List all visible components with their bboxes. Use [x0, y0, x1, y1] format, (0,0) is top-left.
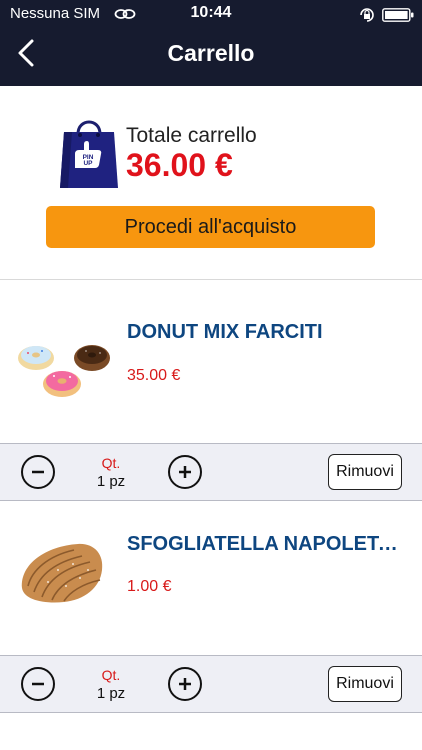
increase-quantity-button[interactable]	[168, 667, 202, 701]
cart-screen: Nessuna SIM 10:44 Carrello PIN UP Totale…	[0, 0, 422, 750]
quantity-bar: Qt. 1 pz Rimuovi	[0, 655, 422, 713]
total-label: Totale carrello	[126, 124, 257, 147]
minus-icon	[32, 682, 44, 686]
donut-mix-image	[18, 345, 110, 397]
total-value: 36.00 €	[126, 147, 233, 183]
plus-icon	[179, 466, 191, 478]
item-price: 35.00 €	[127, 367, 181, 384]
quantity-value: 1 pz	[96, 685, 126, 702]
checkout-button[interactable]: Procedi all'acquisto	[46, 206, 375, 248]
item-name[interactable]: SFOGLIATELLA NAPOLETANA	[127, 533, 407, 556]
remove-button[interactable]: Rimuovi	[328, 454, 402, 490]
increase-quantity-button[interactable]	[168, 455, 202, 489]
quantity-value: 1 pz	[96, 473, 126, 490]
shopping-bag-icon: PIN UP	[60, 120, 118, 188]
bag-logo-text-2: UP	[83, 160, 93, 167]
battery-icon	[382, 8, 414, 22]
divider	[0, 279, 422, 280]
remove-button[interactable]: Rimuovi	[328, 666, 402, 702]
quantity-label: Qt.	[101, 667, 121, 683]
quantity-bar: Qt. 1 pz Rimuovi	[0, 443, 422, 501]
plus-icon	[179, 678, 191, 690]
item-name[interactable]: DONUT MIX FARCITI	[127, 321, 407, 344]
status-bar: Nessuna SIM 10:44	[0, 0, 422, 30]
decrease-quantity-button[interactable]	[21, 455, 55, 489]
quantity-label: Qt.	[101, 455, 121, 471]
rotation-lock-icon	[360, 8, 374, 22]
minus-icon	[32, 470, 44, 474]
decrease-quantity-button[interactable]	[21, 667, 55, 701]
item-price: 1.00 €	[127, 578, 172, 595]
app-header: Nessuna SIM 10:44 Carrello	[0, 0, 422, 86]
page-title: Carrello	[167, 40, 255, 66]
sfogliatella-image	[21, 543, 103, 603]
